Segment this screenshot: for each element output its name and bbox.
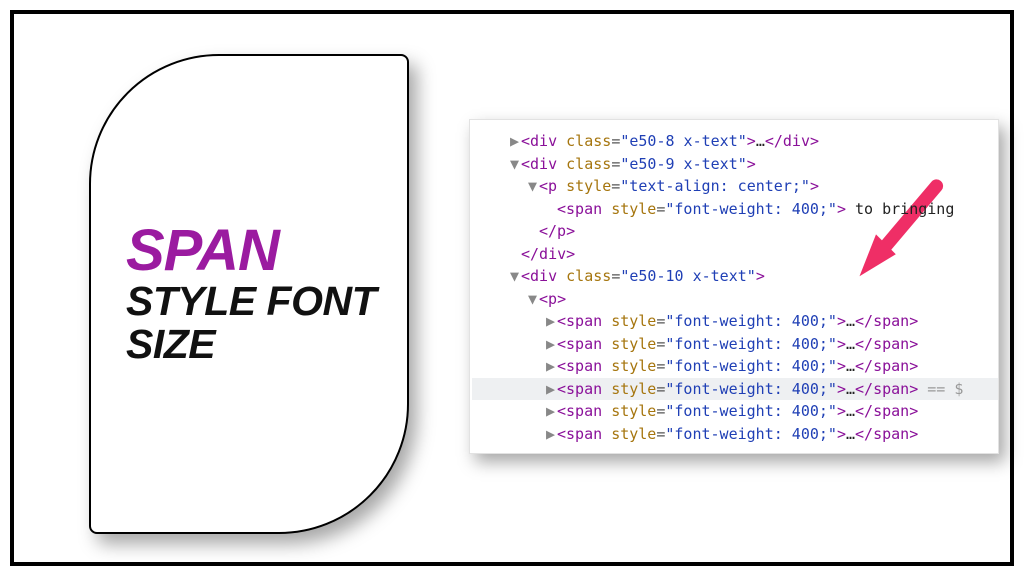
devtools-row: <span style="font-weight: 400;"> to brin… [472, 198, 998, 221]
devtools-row: ▶<span style="font-weight: 400;">…</span… [472, 400, 998, 423]
devtools-row: ▶<span style="font-weight: 400;">…</span… [472, 378, 998, 401]
devtools-row: ▼<div class="e50-10 x-text"> [472, 265, 998, 288]
devtools-row: </div> [472, 243, 998, 266]
devtools-row: ▼<p> [472, 288, 998, 311]
devtools-row: </p> [472, 220, 998, 243]
outer-frame: SPAN STYLE FONT SIZE ▶<div class="e50-8 … [10, 10, 1014, 566]
title-line-1: SPAN [126, 222, 377, 280]
devtools-row: ▼<p style="text-align: center;"> [472, 175, 998, 198]
title-card: SPAN STYLE FONT SIZE [89, 54, 409, 534]
devtools-row: ▶<span style="font-weight: 400;">…</span… [472, 355, 998, 378]
devtools-row: ▶<div class="e50-8 x-text">…</div> [472, 130, 998, 153]
devtools-row: ▶<span style="font-weight: 400;">…</span… [472, 423, 998, 446]
title-line-3: SIZE [126, 323, 377, 366]
devtools-panel: ▶<div class="e50-8 x-text">…</div>▼<div … [469, 119, 999, 454]
devtools-row: ▼<div class="e50-9 x-text"> [472, 153, 998, 176]
devtools-row: ▶<span style="font-weight: 400;">…</span… [472, 333, 998, 356]
title-line-2: STYLE FONT [126, 280, 377, 323]
devtools-row: ▶<span style="font-weight: 400;">…</span… [472, 310, 998, 333]
